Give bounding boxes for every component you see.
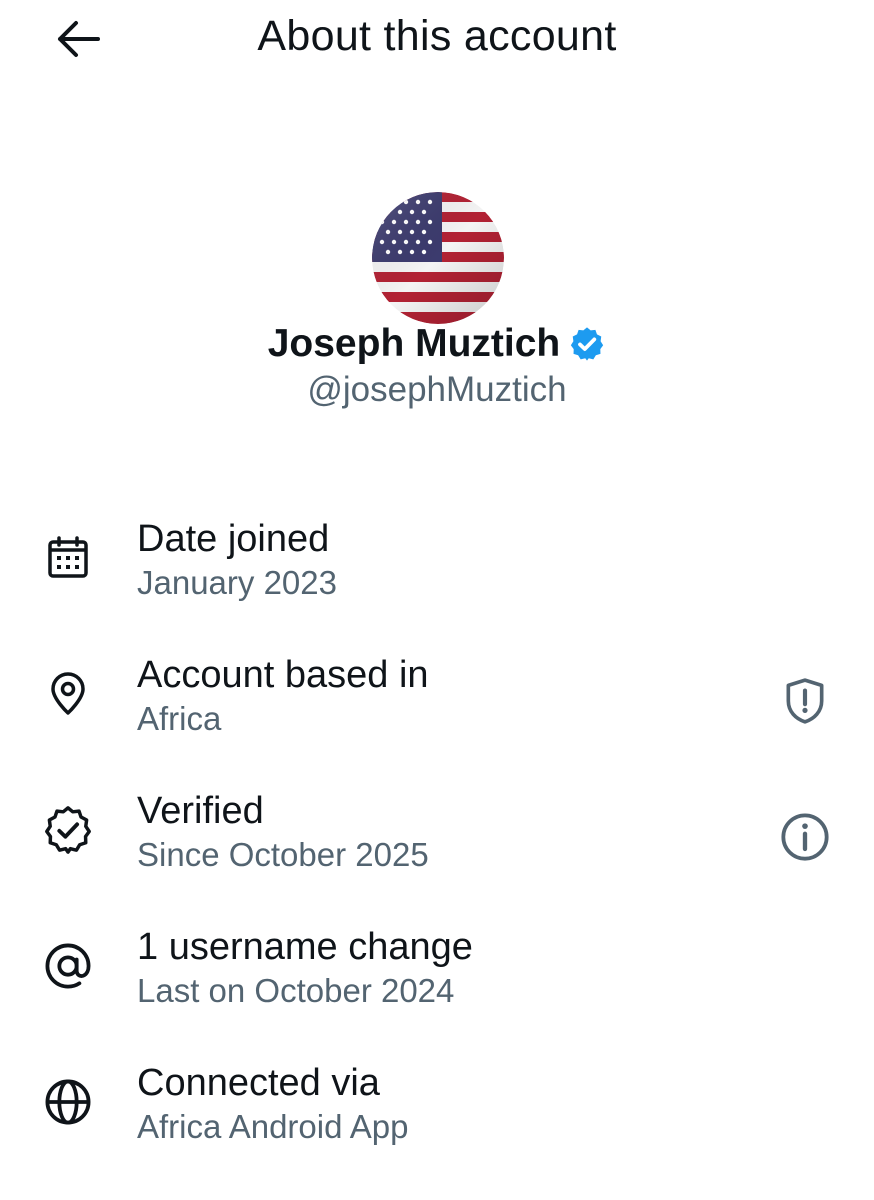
us-flag-avatar (372, 192, 504, 324)
verified-badge-icon[interactable] (568, 325, 606, 363)
verified-check-icon (38, 800, 98, 860)
info-row-account-based-in: Account based in Africa (0, 638, 874, 774)
account-based-in-value: Africa (137, 700, 222, 737)
info-button[interactable] (772, 804, 838, 870)
info-row-connected-via: Connected via Africa Android App (0, 1046, 874, 1182)
info-row-verified: Verified Since October 2025 (0, 774, 874, 910)
header: About this account (0, 0, 874, 80)
username-change-value: Last on October 2024 (137, 972, 455, 1009)
shield-alert-icon (786, 678, 824, 724)
date-joined-value: January 2023 (137, 564, 337, 601)
profile-name: Joseph Muztich (267, 322, 561, 365)
username-change-label: 1 username change (137, 926, 473, 968)
avatar[interactable] (372, 192, 504, 324)
profile-name-row: Joseph Muztich (0, 322, 874, 366)
page-title: About this account (257, 12, 617, 60)
connected-via-value: Africa Android App (137, 1108, 409, 1145)
info-row-username-change: 1 username change Last on October 2024 (0, 910, 874, 1046)
shield-alert-button[interactable] (772, 668, 838, 734)
calendar-icon (38, 528, 98, 588)
location-pin-icon (38, 664, 98, 724)
globe-icon (38, 1072, 98, 1132)
account-based-in-label: Account based in (137, 654, 429, 696)
at-sign-icon (38, 936, 98, 996)
info-row-date-joined: Date joined January 2023 (0, 502, 874, 638)
account-info-list: Date joined January 2023 Account based i… (0, 502, 874, 1182)
connected-via-label: Connected via (137, 1062, 380, 1104)
profile-handle: @josephMuztich (307, 370, 567, 409)
verified-label: Verified (137, 790, 264, 832)
date-joined-label: Date joined (137, 518, 330, 560)
info-icon (781, 813, 829, 861)
verified-value: Since October 2025 (137, 836, 429, 873)
